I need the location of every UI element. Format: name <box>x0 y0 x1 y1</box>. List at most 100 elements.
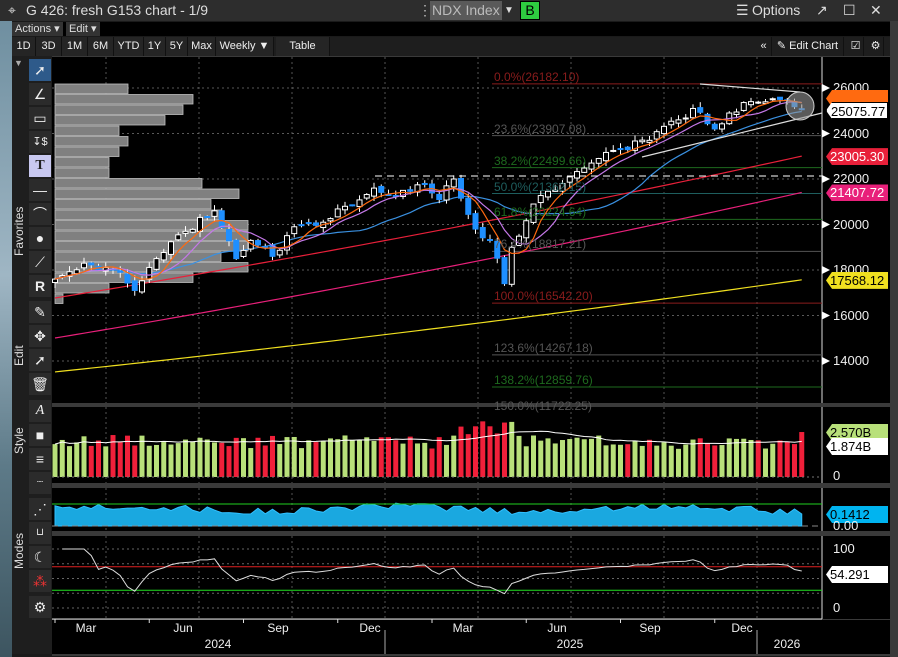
arc-icon[interactable]: ⌒ <box>29 203 51 225</box>
candle-down <box>255 240 261 246</box>
move-icon[interactable]: ✥ <box>29 325 51 347</box>
volume-bar <box>349 439 355 477</box>
candle-up <box>146 266 153 280</box>
draw-line-icon[interactable]: ∠ <box>29 83 51 105</box>
range-3d[interactable]: 3D <box>36 37 62 56</box>
volume-bar <box>183 439 188 477</box>
candle-up <box>675 119 682 124</box>
ticker-field[interactable]: NDX Index <box>430 1 502 20</box>
options-menu-icon[interactable]: ☰ <box>736 2 749 19</box>
price-axis-label: 20000 <box>833 216 870 232</box>
price-marker-icon[interactable]: ↧$ <box>29 131 51 153</box>
regression-icon[interactable]: R <box>29 275 51 297</box>
dotted-line-icon[interactable]: ⋰ <box>29 498 51 520</box>
volume-bar <box>538 440 544 477</box>
volume-bar <box>661 442 667 477</box>
candle-up <box>414 184 421 193</box>
price-axis-label: 16000 <box>833 307 870 323</box>
snap-icon[interactable]: ⊔ <box>29 522 51 544</box>
line-weight-icon[interactable]: ≡ <box>29 448 51 470</box>
maximize-icon[interactable]: ☐ <box>843 2 856 19</box>
close-icon[interactable]: ✕ <box>870 2 882 19</box>
candle-down <box>226 229 232 242</box>
candle-down <box>472 213 479 230</box>
volume-bar <box>110 435 116 477</box>
edit-chart-button[interactable]: ✎ Edit Chart <box>772 37 844 56</box>
line-style-icon[interactable]: ┈ <box>29 472 51 494</box>
circle-icon[interactable]: ● <box>29 227 51 249</box>
tool-settings-gear-icon[interactable]: ⚙ <box>29 596 51 618</box>
edit-menu[interactable]: Edit ▾ <box>66 22 100 36</box>
ticker-dropdown-icon[interactable]: ▼ <box>504 5 514 16</box>
candle-down <box>784 99 791 102</box>
volume-bar <box>654 445 660 477</box>
volume-bar <box>603 445 609 477</box>
volume-bar <box>190 441 196 477</box>
volume-bar <box>705 443 710 477</box>
rsi-line <box>62 548 802 595</box>
settings-gear-icon[interactable]: ⚙ <box>868 37 884 56</box>
actions-menu[interactable]: Actions ▾ <box>12 22 63 36</box>
color-mode-icon[interactable]: ⁂ <box>29 570 51 592</box>
collapse-icon[interactable]: « <box>756 37 772 56</box>
volume-bar <box>451 435 457 477</box>
options-button[interactable]: Options <box>752 2 800 18</box>
frequency-dropdown[interactable]: Weekly ▼ <box>216 37 274 56</box>
title-bar[interactable]: ⌖ G 426: fresh G153 chart - 1/9 ⋮ NDX In… <box>0 0 898 21</box>
volume-profile-bar <box>54 293 64 304</box>
volume-bar <box>212 442 217 477</box>
volume-bar <box>146 445 152 477</box>
move-icon[interactable]: ⌖ <box>8 2 16 19</box>
bloomberg-key-button[interactable]: B <box>520 1 540 20</box>
tab-style[interactable]: Style <box>12 406 28 476</box>
volume-bar <box>393 440 399 477</box>
volume-average-tag: 1.874B <box>826 438 888 455</box>
volume-bar <box>799 432 805 477</box>
pencil-icon[interactable]: ✎ <box>29 301 51 323</box>
popout-icon[interactable]: ↗ <box>816 2 828 19</box>
volume-profile-bar <box>54 209 222 220</box>
tab-favorites[interactable]: Favorites <box>12 156 28 306</box>
select-arrow-icon[interactable]: ➚ <box>29 59 51 81</box>
horizontal-line-icon[interactable]: — <box>29 179 51 201</box>
candle-up <box>175 234 182 241</box>
annotate-icon[interactable]: ☑ <box>848 37 864 56</box>
select-add-icon[interactable]: ➚ <box>29 349 51 371</box>
ma-mid-line <box>54 101 802 280</box>
magnet-icon[interactable]: ☾ <box>29 546 51 568</box>
text-tool-icon[interactable]: T <box>29 155 51 177</box>
range-1m[interactable]: 1M <box>62 37 88 56</box>
table-button[interactable]: Table <box>276 37 330 56</box>
volume-bar <box>734 438 739 477</box>
volume-bar <box>306 440 312 477</box>
fill-color-icon[interactable]: ■ <box>29 424 51 446</box>
price-chart[interactable] <box>0 0 898 657</box>
volume-bar <box>74 442 80 477</box>
volume-bar <box>632 440 638 477</box>
candle-up <box>189 228 196 233</box>
volume-bar <box>299 448 304 477</box>
segment-icon[interactable]: ⟋ <box>29 251 51 273</box>
range-1d[interactable]: 1D <box>12 37 36 56</box>
ma-fast-line <box>54 99 802 280</box>
range-6m[interactable]: 6M <box>88 37 114 56</box>
side-tabs: ▼ Favorites Edit Style Modes <box>12 56 28 654</box>
price-axis-label: 14000 <box>833 353 870 368</box>
price-axis-label: 24000 <box>833 125 870 141</box>
tab-modes[interactable]: Modes <box>12 516 28 586</box>
rectangle-icon[interactable]: ▭ <box>29 107 51 129</box>
collapse-tabs-icon[interactable]: ▼ <box>14 58 23 68</box>
x-axis-year-label: 2025 <box>556 637 584 651</box>
candle-down <box>624 146 631 151</box>
font-style-icon[interactable]: A <box>29 400 51 422</box>
range-max[interactable]: Max <box>188 37 216 56</box>
candle-down <box>204 216 211 219</box>
tab-edit[interactable]: Edit <box>12 316 28 396</box>
trash-icon[interactable]: 🗑 <box>29 373 51 395</box>
ma-magenta-line <box>54 191 802 339</box>
range-1y[interactable]: 1Y <box>144 37 166 56</box>
volume-bar <box>523 446 529 477</box>
range-ytd[interactable]: YTD <box>114 37 144 56</box>
candle-up <box>646 139 653 143</box>
range-5y[interactable]: 5Y <box>166 37 188 56</box>
